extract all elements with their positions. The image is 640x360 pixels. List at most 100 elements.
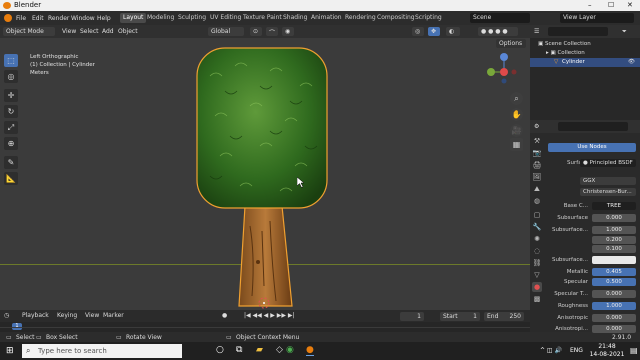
material-tab-icon[interactable]: ● bbox=[532, 282, 542, 292]
scene-tab-icon[interactable]: ⛰ bbox=[532, 184, 542, 194]
distribution-dropdown[interactable]: GGX bbox=[580, 177, 636, 185]
property-value-field[interactable]: 0.000 bbox=[592, 290, 636, 298]
perspective-toggle-icon[interactable]: ▦ bbox=[510, 138, 523, 151]
cortana-icon[interactable]: ○ bbox=[216, 345, 224, 355]
menu-edit[interactable]: Edit bbox=[32, 15, 44, 22]
proportional-edit-icon[interactable]: ◉ bbox=[282, 27, 294, 36]
camera-view-icon[interactable]: 🎥 bbox=[510, 124, 523, 137]
clock-date[interactable]: 14-08-2021 bbox=[588, 351, 626, 358]
properties-search-input[interactable] bbox=[558, 122, 628, 131]
data-tab-icon[interactable]: ▽ bbox=[532, 270, 542, 280]
outliner-search-input[interactable] bbox=[548, 27, 608, 36]
outliner-collection[interactable]: ▸ ▣ Collection bbox=[546, 50, 585, 56]
property-value-field[interactable]: 0.200 bbox=[592, 236, 636, 244]
options-button[interactable]: Options bbox=[496, 39, 526, 48]
property-value-field[interactable]: 0.100 bbox=[592, 245, 636, 253]
orientation-dropdown[interactable]: Global bbox=[208, 27, 244, 36]
view-menu[interactable]: View bbox=[62, 28, 76, 35]
physics-tab-icon[interactable]: ◌ bbox=[532, 246, 542, 256]
tab-modeling[interactable]: Modeling bbox=[144, 13, 177, 23]
clock-time[interactable]: 21:48 bbox=[590, 343, 624, 350]
timeline-editor-icon[interactable]: ◷ bbox=[4, 312, 9, 319]
3d-viewport[interactable]: Options Left Orthographic (1) Collection… bbox=[0, 38, 530, 310]
tray-icons[interactable]: ^ ◫ 🔊 bbox=[540, 347, 562, 354]
select-menu[interactable]: Select bbox=[80, 28, 99, 35]
move-tool-icon[interactable]: ✛ bbox=[4, 89, 18, 102]
file-explorer-icon[interactable]: ▰ bbox=[256, 345, 263, 355]
transform-tool-icon[interactable]: ⊕ bbox=[4, 137, 18, 150]
tab-texture-paint[interactable]: Texture Paint bbox=[240, 13, 285, 23]
navigation-gizmo[interactable] bbox=[484, 50, 518, 84]
filter-icon[interactable]: ⏷ bbox=[622, 28, 627, 36]
outliner-scene-collection[interactable]: ▣ Scene Collection bbox=[538, 41, 591, 47]
blender-taskbar-icon[interactable]: ● bbox=[306, 345, 314, 356]
tab-animation[interactable]: Animation bbox=[308, 13, 345, 23]
maximize-button[interactable]: ☐ bbox=[608, 1, 614, 9]
texture-tab-icon[interactable]: ▩ bbox=[532, 294, 542, 304]
current-frame-field[interactable]: 1 bbox=[400, 312, 424, 321]
cursor-tool-icon[interactable]: ◎ bbox=[4, 70, 18, 83]
select-box-tool-icon[interactable]: ⬚ bbox=[4, 54, 18, 67]
pan-view-icon[interactable]: ✋ bbox=[510, 108, 523, 121]
property-value-field[interactable] bbox=[592, 256, 636, 264]
tab-uv-editing[interactable]: UV Editing bbox=[207, 13, 244, 23]
task-view-icon[interactable]: ⧉ bbox=[236, 345, 242, 355]
constraints-tab-icon[interactable]: ⛓ bbox=[532, 258, 542, 268]
minimize-button[interactable]: – bbox=[588, 1, 592, 9]
scale-tool-icon[interactable]: ⤢ bbox=[4, 121, 18, 134]
mode-dropdown[interactable]: Object Mode bbox=[3, 27, 55, 36]
chrome-icon[interactable]: ◉ bbox=[286, 345, 294, 355]
property-value-field[interactable]: 0.405 bbox=[592, 268, 636, 276]
notifications-icon[interactable]: ▤ bbox=[630, 346, 638, 355]
timeline-view-menu[interactable]: View bbox=[85, 312, 99, 319]
properties-editor-icon[interactable]: ⚙ bbox=[534, 123, 539, 130]
property-value-field[interactable]: 0.000 bbox=[592, 314, 636, 322]
blender-menu-icon[interactable] bbox=[4, 14, 12, 22]
property-value-field[interactable]: 0.000 bbox=[592, 214, 636, 222]
gizmo-toggle-icon[interactable]: ✥ bbox=[428, 27, 440, 36]
property-value-field[interactable]: 0.500 bbox=[592, 278, 636, 286]
record-button[interactable]: ● bbox=[222, 312, 227, 319]
property-value-field[interactable]: 1.000 bbox=[592, 226, 636, 234]
tab-scripting[interactable]: Scripting bbox=[412, 13, 445, 23]
measure-tool-icon[interactable]: 📐 bbox=[4, 172, 18, 185]
render-tab-icon[interactable]: 📷 bbox=[532, 148, 542, 158]
snap-icon[interactable]: ⌒ bbox=[266, 27, 278, 37]
leaf-canopy[interactable] bbox=[196, 47, 328, 209]
property-value-field[interactable]: 1.000 bbox=[592, 302, 636, 310]
playback-menu[interactable]: Playback bbox=[22, 312, 49, 319]
tree-model[interactable] bbox=[180, 38, 340, 310]
surface-shader-dropdown[interactable]: ● Principled BSDF bbox=[580, 159, 636, 167]
tool-tab-icon[interactable]: ⚒ bbox=[532, 136, 542, 146]
property-value-field[interactable]: TREE bbox=[592, 202, 636, 210]
view-layer-selector[interactable]: View Layer bbox=[560, 13, 634, 23]
menu-render[interactable]: Render bbox=[48, 15, 69, 22]
tab-shading[interactable]: Shading bbox=[280, 13, 310, 23]
add-menu[interactable]: Add bbox=[102, 28, 114, 35]
pivot-icon[interactable]: ⊙ bbox=[250, 27, 262, 36]
eye-icon[interactable]: 👁 bbox=[628, 59, 635, 65]
marker-menu[interactable]: Marker bbox=[103, 312, 124, 319]
outliner-editor-icon[interactable]: ☰ bbox=[534, 28, 539, 35]
view-layer-tab-icon[interactable]: 🖼 bbox=[532, 172, 542, 182]
modifier-tab-icon[interactable]: 🔧 bbox=[532, 222, 542, 232]
playback-controls[interactable]: |◀ ◀◀ ◀ ▶ ▶▶ ▶| bbox=[244, 312, 295, 319]
start-frame-field[interactable]: Start 1 bbox=[440, 312, 480, 321]
annotate-tool-icon[interactable]: ✎ bbox=[4, 156, 18, 169]
outliner-cylinder-row[interactable]: ▽ Cylinder 👁 bbox=[530, 58, 640, 67]
particles-tab-icon[interactable]: ✺ bbox=[532, 234, 542, 244]
language-indicator[interactable]: ENG bbox=[570, 347, 583, 354]
menu-window[interactable]: Window bbox=[71, 15, 95, 22]
world-tab-icon[interactable]: ◍ bbox=[532, 196, 542, 206]
taskbar-search-input[interactable]: ⌕ Type here to search bbox=[22, 344, 182, 358]
tab-layout[interactable]: Layout bbox=[120, 13, 147, 23]
object-tab-icon[interactable]: ▢ bbox=[532, 210, 542, 220]
visibility-icon[interactable]: ◎ bbox=[412, 27, 424, 36]
tab-sculpting[interactable]: Sculpting bbox=[175, 13, 209, 23]
keying-menu[interactable]: Keying bbox=[57, 312, 77, 319]
menu-file[interactable]: File bbox=[16, 15, 26, 22]
subsurface-method-dropdown[interactable]: Christensen-Bur... bbox=[580, 188, 636, 196]
use-nodes-button[interactable]: Use Nodes bbox=[548, 143, 636, 152]
output-tab-icon[interactable]: 🖨 bbox=[532, 160, 542, 170]
gizmo-z-axis[interactable] bbox=[500, 53, 508, 61]
